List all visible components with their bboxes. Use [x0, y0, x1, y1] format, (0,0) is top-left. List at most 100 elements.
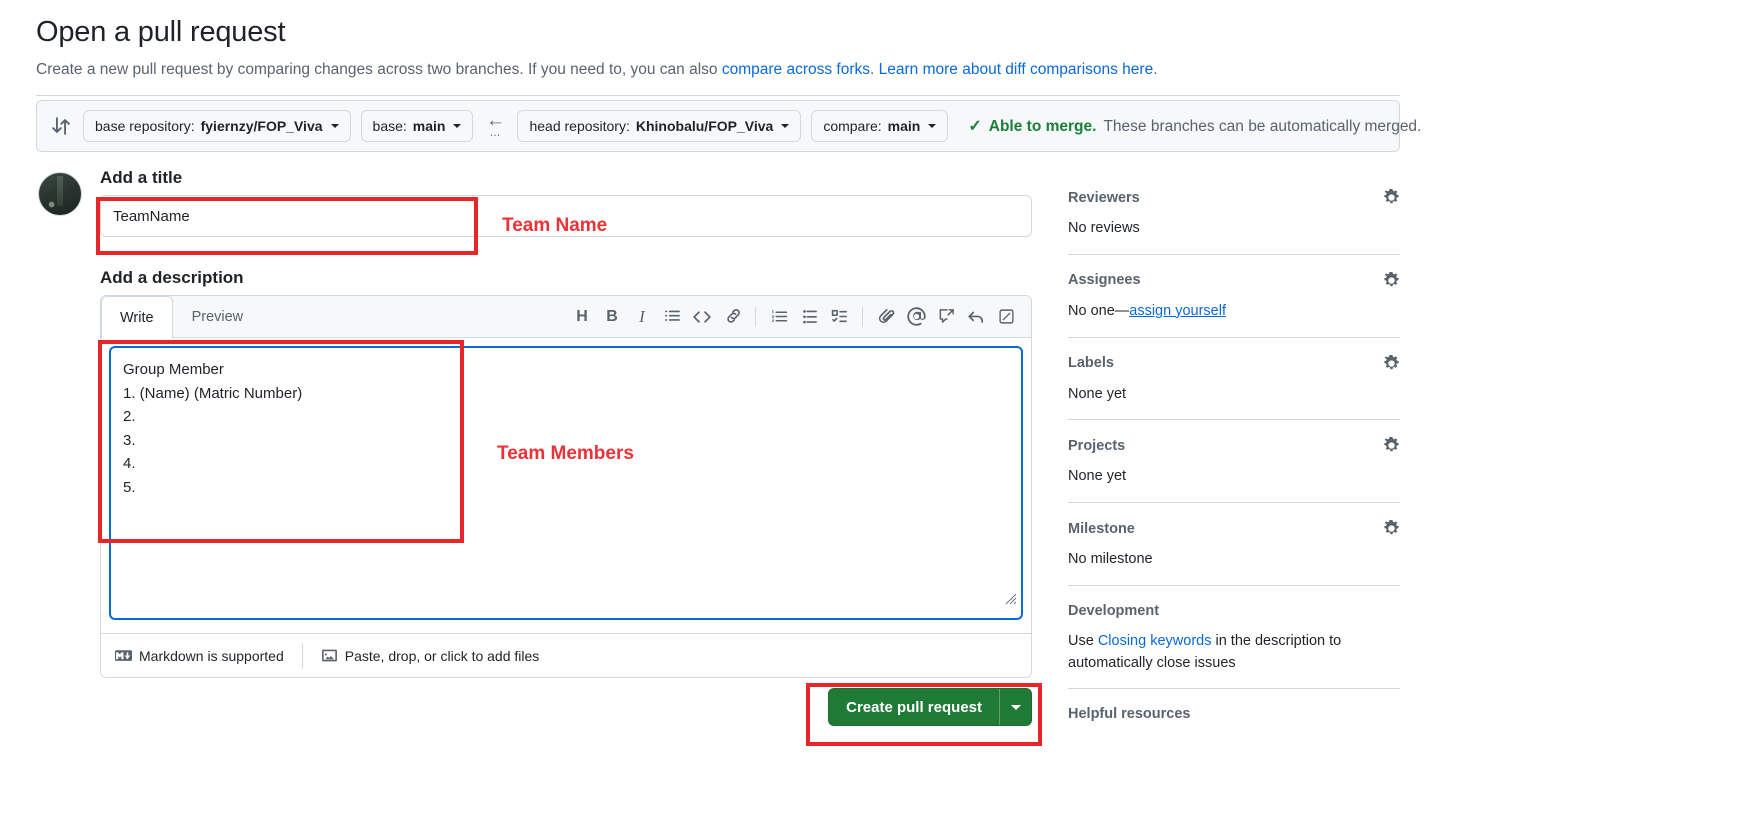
ordered-list-icon[interactable] [764, 302, 794, 332]
gear-icon[interactable] [1383, 520, 1400, 537]
milestone-value: No milestone [1068, 551, 1153, 567]
learn-more-diff-link[interactable]: Learn more about diff comparisons here [879, 61, 1154, 78]
unordered-list-icon[interactable] [794, 302, 824, 332]
toolbar-divider [755, 306, 756, 327]
branch-swap-icon [51, 116, 71, 136]
italic-icon[interactable]: I [627, 302, 657, 332]
reviewers-title: Reviewers [1068, 189, 1140, 206]
sidebar-divider [1068, 336, 1400, 338]
chevron-down-icon [781, 124, 790, 128]
merge-status: ✓ Able to merge. These branches can be a… [968, 116, 1421, 136]
head-repository-label: head repository: [529, 118, 630, 134]
sidebar-divider [1068, 419, 1400, 421]
projects-value: None yet [1068, 468, 1127, 485]
markdown-toolbar: H B I [567, 296, 1031, 337]
sidebar-section-reviewers: Reviewers No reviews [1068, 186, 1400, 269]
title-field-label: Add a title [100, 168, 183, 187]
assignees-title: Assignees [1068, 272, 1141, 289]
gear-icon[interactable] [1383, 354, 1400, 372]
labels-value: None yet [1068, 385, 1127, 402]
create-pull-request-label: Create pull request [846, 698, 982, 716]
annotation-label-team-name: Team Name [502, 215, 608, 236]
description-comment-box: Write Preview H B I Group Member 1. (Nam… [100, 295, 1032, 678]
markdown-icon [115, 647, 132, 664]
tab-preview[interactable]: Preview [173, 296, 263, 337]
create-pull-request-button[interactable]: Create pull request [828, 688, 1032, 726]
compare-across-forks-link[interactable]: compare across forks [722, 61, 870, 78]
pr-sidebar: Reviewers No reviews Assignees No one—as… [1068, 186, 1400, 736]
description-field-label: Add a description [100, 268, 244, 287]
reviewers-value: No reviews [1068, 220, 1140, 236]
merge-status-rest: These branches can be automatically merg… [1103, 118, 1422, 135]
gear-icon[interactable] [1383, 437, 1400, 454]
annotation-label-team-members: Team Members [497, 443, 634, 464]
base-repository-selector[interactable]: base repository: fyiernzy/FOP_Viva [83, 110, 351, 142]
gear-icon[interactable] [1383, 271, 1400, 289]
markdown-supported-text: Markdown is supported [139, 647, 284, 664]
editor-footer: Markdown is supported Paste, drop, or cl… [101, 633, 1031, 677]
description-textarea[interactable]: Group Member 1. (Name) (Matric Number) 2… [109, 346, 1023, 620]
subtitle-text-2: . [870, 61, 879, 79]
sidebar-section-milestone: Milestone No milestone [1068, 517, 1400, 600]
assignees-value: No one—assign yourself [1068, 301, 1400, 323]
page-subtitle: Create a new pull request by comparing c… [36, 58, 1750, 81]
page-title: Open a pull request [36, 16, 286, 48]
markdown-supported-note: Markdown is supported [101, 634, 302, 677]
sidebar-section-labels: Labels None yet [1068, 352, 1400, 435]
chevron-down-icon [453, 124, 462, 128]
chevron-down-icon [330, 124, 339, 128]
editor-tabs: Write Preview H B I [101, 296, 1031, 338]
assign-yourself-link[interactable]: assign yourself [1129, 303, 1226, 319]
compare-branch-value: main [887, 118, 921, 134]
subtitle-text-3: . [1153, 61, 1158, 79]
merge-status-strong: Able to merge. [988, 118, 1097, 135]
head-repository-value: Khinobalu/FOP_Viva [635, 118, 774, 134]
pr-form: Add a title Add a description Write Prev… [100, 168, 1032, 678]
gear-icon[interactable] [1383, 189, 1400, 206]
development-text-prefix: Use [1068, 632, 1098, 649]
compare-branch-selector[interactable]: compare: main [811, 110, 949, 142]
helpful-resources-title: Helpful resources [1068, 706, 1191, 723]
tab-write[interactable]: Write [101, 296, 173, 338]
development-title: Development [1068, 602, 1160, 619]
base-branch-label: base: [372, 118, 407, 134]
chevron-down-icon [1010, 704, 1021, 710]
reference-icon[interactable] [961, 302, 991, 332]
arrow-left-icon: ←… [485, 110, 505, 139]
code-icon[interactable] [687, 302, 717, 332]
toolbar-divider [862, 306, 863, 327]
create-pull-request-dropdown[interactable] [999, 689, 1031, 725]
bold-icon[interactable]: B [597, 302, 627, 332]
mention-icon[interactable] [901, 302, 931, 332]
assignees-value-prefix: No one— [1068, 302, 1130, 319]
fullscreen-icon[interactable] [991, 302, 1021, 332]
subtitle-text-1: Create a new pull request by comparing c… [36, 61, 722, 79]
attach-files-icon[interactable] [871, 302, 901, 332]
sidebar-divider [1068, 502, 1400, 503]
base-branch-value: main [412, 118, 446, 134]
closing-keywords-link[interactable]: Closing keywords [1098, 633, 1212, 649]
sidebar-divider [1068, 253, 1400, 255]
head-repository-selector[interactable]: head repository: Khinobalu/FOP_Viva [517, 110, 802, 142]
paste-drop-files[interactable]: Paste, drop, or click to add files [303, 634, 558, 677]
link-icon[interactable] [717, 302, 747, 332]
header-divider [36, 94, 1400, 96]
paste-drop-files-text: Paste, drop, or click to add files [344, 647, 540, 664]
avatar [38, 172, 82, 216]
labels-title: Labels [1068, 355, 1114, 371]
pull-request-page: Open a pull request Create a new pull re… [0, 0, 1750, 838]
quote-icon[interactable] [657, 302, 687, 332]
heading-icon[interactable]: H [567, 302, 597, 332]
sidebar-section-projects: Projects None yet [1068, 434, 1400, 517]
sidebar-divider [1068, 688, 1400, 690]
branch-compare-bar: base repository: fyiernzy/FOP_Viva base:… [36, 100, 1421, 152]
editor-wrapper: Group Member 1. (Name) (Matric Number) 2… [101, 338, 1031, 633]
milestone-title: Milestone [1068, 520, 1135, 537]
sidebar-section-helpful-resources: Helpful resources [1068, 703, 1400, 736]
base-branch-selector[interactable]: base: main [360, 110, 474, 142]
task-list-icon[interactable] [824, 302, 854, 332]
saved-replies-icon[interactable] [931, 302, 961, 332]
sidebar-section-assignees: Assignees No one—assign yourself [1068, 269, 1400, 352]
projects-title: Projects [1068, 437, 1126, 454]
sidebar-divider [1068, 584, 1400, 586]
